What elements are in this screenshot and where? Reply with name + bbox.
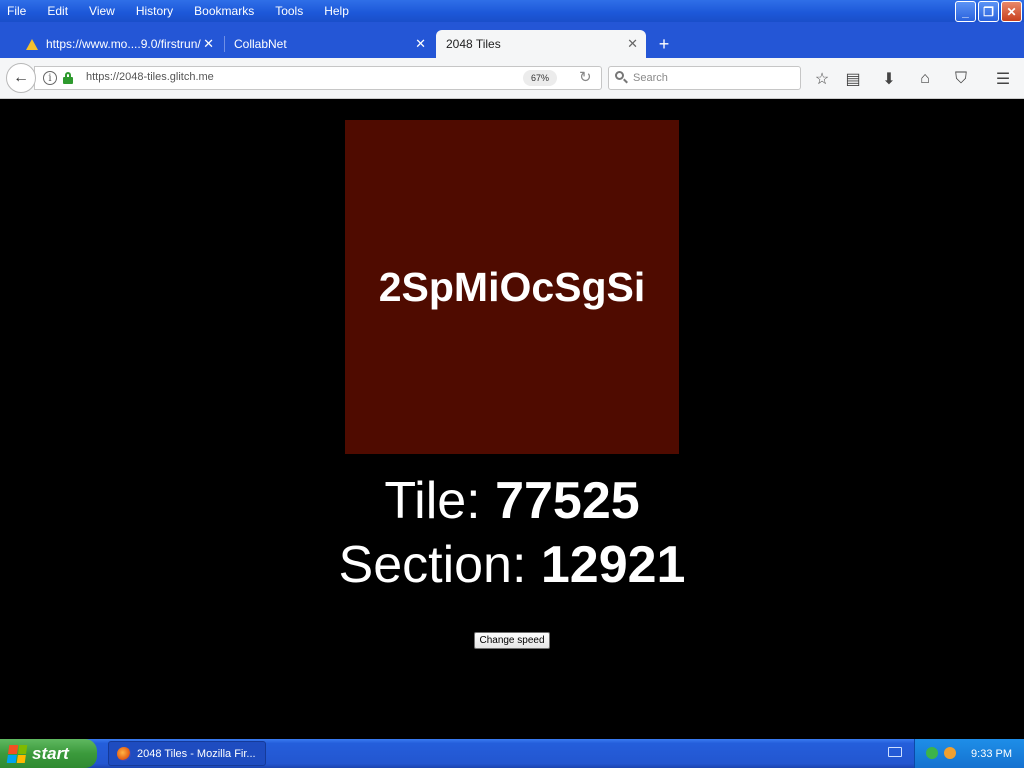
back-button[interactable]: ← — [6, 63, 36, 93]
menu-tools[interactable]: Tools — [272, 4, 306, 18]
taskbar: start 2048 Tiles - Mozilla Fir... 9:33 P… — [0, 739, 1024, 768]
warning-icon — [26, 38, 38, 50]
menu-bookmarks[interactable]: Bookmarks — [191, 4, 257, 18]
firefox-icon — [117, 746, 131, 761]
tab-2048-tiles[interactable]: 2048 Tiles ✕ — [436, 30, 646, 58]
change-speed-button[interactable]: Change speed — [474, 632, 550, 649]
zoom-level-badge[interactable]: 67% — [523, 70, 557, 86]
bookmark-star-icon[interactable]: ☆ — [811, 68, 833, 90]
search-icon — [615, 71, 628, 84]
search-bar[interactable] — [608, 66, 801, 90]
close-icon: ✕ — [1006, 4, 1017, 19]
clock[interactable]: 9:33 PM — [971, 748, 1012, 760]
navigation-toolbar: i https://2048-tiles.glitch.me 67% ↻ ← ☆… — [0, 58, 1024, 99]
menu-help[interactable]: Help — [321, 4, 352, 18]
info-icon[interactable]: i — [43, 71, 57, 85]
reading-list-icon[interactable]: ▤ — [842, 68, 864, 90]
minimize-icon: _ — [962, 4, 969, 19]
taskbar-firefox-window[interactable]: 2048 Tiles - Mozilla Fir... — [108, 741, 266, 766]
section-label: Section: — [338, 536, 541, 594]
tab-close-icon[interactable]: ✕ — [627, 36, 638, 52]
page-content: 2SpMiOcSgSi Tile: 77525 Section: 12921 C… — [0, 99, 1024, 739]
restore-icon: ❐ — [983, 4, 994, 19]
start-label: start — [32, 743, 69, 763]
section-counter: Section: 12921 — [0, 535, 1024, 595]
url-bar[interactable]: i https://2048-tiles.glitch.me 67% ↻ — [34, 66, 602, 90]
minimize-button[interactable]: _ — [955, 1, 976, 22]
url-text[interactable]: https://2048-tiles.glitch.me — [86, 71, 214, 83]
lock-icon — [63, 72, 73, 84]
tile-counter: Tile: 77525 — [0, 471, 1024, 531]
window-titlebar: File Edit View History Bookmarks Tools H… — [0, 0, 1024, 22]
tab-close-icon[interactable]: ✕ — [203, 36, 214, 52]
section-value: 12921 — [540, 536, 686, 594]
task-label: 2048 Tiles - Mozilla Fir... — [137, 747, 256, 760]
menu-edit[interactable]: Edit — [44, 4, 71, 18]
downloads-icon[interactable]: ⬇ — [878, 68, 900, 90]
start-button[interactable]: start — [0, 739, 97, 768]
tile-text: 2SpMiOcSgSi — [378, 263, 646, 310]
tab-label: 2048 Tiles — [446, 37, 501, 51]
network-icon[interactable] — [926, 747, 938, 759]
tile-label: Tile: — [384, 472, 496, 530]
close-window-button[interactable]: ✕ — [1001, 1, 1022, 22]
new-tab-button[interactable]: + — [654, 30, 674, 58]
tab-label: CollabNet — [234, 37, 287, 51]
menu-history[interactable]: History — [133, 4, 176, 18]
tab-label: https://www.mo....9.0/firstrun/ — [46, 37, 201, 51]
tab-close-icon[interactable]: ✕ — [415, 36, 426, 52]
window-controls: _ ❐ ✕ — [955, 1, 1022, 22]
home-icon[interactable]: ⌂ — [914, 68, 936, 90]
windows-logo-icon — [6, 744, 28, 763]
tab-collabnet[interactable]: CollabNet ✕ — [224, 30, 434, 58]
menu-view[interactable]: View — [86, 4, 118, 18]
hamburger-menu-icon[interactable]: ☰ — [992, 68, 1014, 90]
search-input[interactable] — [633, 69, 793, 87]
search-tray-icon[interactable] — [944, 747, 956, 759]
tab-strip: https://www.mo....9.0/firstrun/ ✕ Collab… — [0, 22, 1024, 58]
game-tile: 2SpMiOcSgSi — [345, 120, 679, 454]
pocket-icon[interactable]: ⛉ — [950, 68, 972, 90]
tile-value: 77525 — [495, 472, 640, 530]
reload-icon[interactable]: ↻ — [579, 68, 592, 86]
menu-bar: File Edit View History Bookmarks Tools H… — [0, 0, 367, 22]
keyboard-icon[interactable] — [888, 747, 902, 757]
menu-file[interactable]: File — [4, 4, 29, 18]
back-arrow-icon: ← — [13, 69, 29, 86]
restore-button[interactable]: ❐ — [978, 1, 999, 22]
tab-firstrun[interactable]: https://www.mo....9.0/firstrun/ ✕ — [16, 30, 222, 58]
